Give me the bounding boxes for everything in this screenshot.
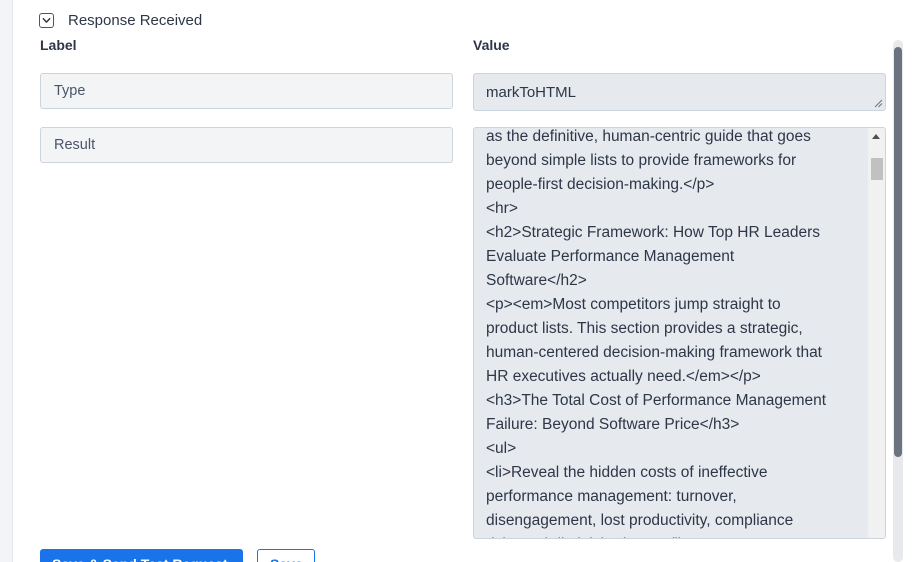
section-header[interactable]: Response Received bbox=[39, 9, 202, 31]
page-scrollbar[interactable] bbox=[893, 40, 903, 562]
value-field-text: markToHTML bbox=[486, 83, 577, 101]
value-field-type[interactable]: markToHTML bbox=[473, 73, 886, 111]
resize-grip-icon[interactable] bbox=[874, 99, 883, 108]
value-field-result[interactable]: as the definitive, human-centric guide t… bbox=[473, 127, 886, 539]
label-field-result[interactable]: Result bbox=[40, 127, 453, 163]
save-and-send-test-request-button[interactable]: Save & Send Test Request bbox=[40, 549, 243, 562]
value-column-header: Value bbox=[473, 37, 510, 53]
label-field-text: Type bbox=[54, 83, 86, 99]
label-field-text: Result bbox=[54, 137, 96, 153]
section-title: Response Received bbox=[68, 11, 203, 29]
label-column-header: Label bbox=[40, 37, 77, 53]
save-button[interactable]: Save bbox=[257, 549, 315, 562]
scroll-up-arrow-icon[interactable] bbox=[872, 134, 880, 139]
result-text: as the definitive, human-centric guide t… bbox=[486, 128, 827, 538]
collapse-toggle[interactable] bbox=[39, 12, 54, 28]
chevron-down-icon bbox=[42, 17, 51, 23]
label-field-type[interactable]: Type bbox=[40, 73, 453, 109]
response-panel: Response Received Label Value Type markT… bbox=[12, 0, 924, 562]
result-scroll-thumb[interactable] bbox=[871, 158, 883, 180]
page-scroll-thumb[interactable] bbox=[894, 47, 902, 457]
result-scrollbar[interactable] bbox=[868, 128, 885, 538]
